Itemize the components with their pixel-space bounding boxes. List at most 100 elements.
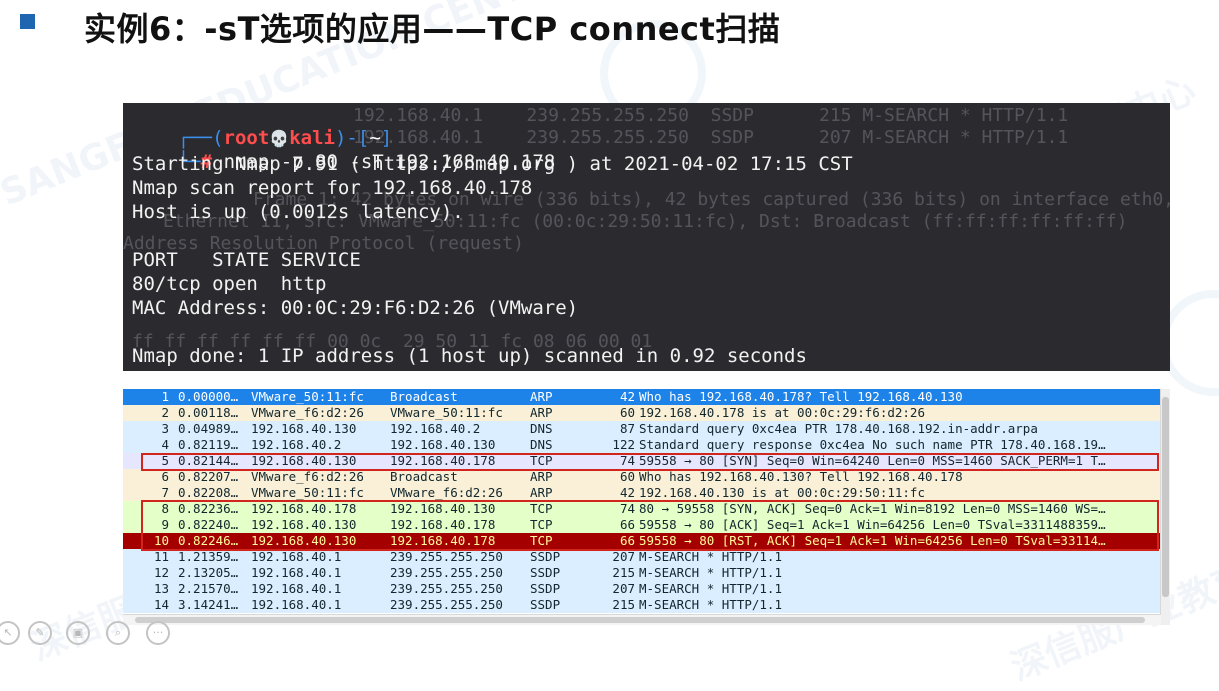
packet-dst: 239.255.255.250: [390, 565, 503, 580]
packet-no: 7: [161, 485, 169, 500]
packet-row[interactable]: 14 3.14241… 192.168.40.1 239.255.255.250 SSD…: [123, 597, 1161, 613]
packet-len: 42: [619, 389, 635, 404]
packet-len: 207: [612, 549, 635, 564]
packet-src: 192.168.40.130: [251, 421, 357, 436]
packet-time: 0.00000…: [178, 389, 239, 404]
packet-info: 192.168.40.130 is at 00:0c:29:50:11:fc: [639, 485, 925, 500]
packet-no: 6: [161, 469, 169, 484]
terminal-output-line: Nmap scan report for 192.168.40.178: [132, 177, 533, 199]
title-bullet: [20, 14, 35, 29]
terminal-output-line: MAC Address: 00:0C:29:F6:D2:26 (VMware): [132, 297, 579, 319]
horizontal-scrollbar[interactable]: [123, 614, 1161, 625]
packet-dst: 192.168.40.178: [390, 453, 496, 468]
packet-row[interactable]: 3 0.04989… 192.168.40.130 192.168.40.2 DNS 87…: [123, 421, 1161, 437]
packet-len: 60: [619, 469, 635, 484]
packet-time: 3.14241…: [178, 597, 239, 612]
packet-row[interactable]: 11 1.21359… 192.168.40.1 239.255.255.250 SSD…: [123, 549, 1161, 565]
packet-len: 66: [619, 517, 635, 532]
packet-time: 0.82246…: [178, 533, 239, 548]
packet-info: M-SEARCH * HTTP/1.1: [639, 565, 782, 580]
packet-dst: 192.168.40.130: [390, 501, 496, 516]
pointer-icon[interactable]: ↖: [0, 621, 20, 645]
packet-src: 192.168.40.130: [251, 533, 357, 548]
packet-len: 207: [612, 581, 635, 596]
packet-src: 192.168.40.178: [251, 501, 357, 516]
packet-proto: DNS: [530, 421, 553, 436]
packet-len: 87: [619, 421, 635, 436]
packet-info: M-SEARCH * HTTP/1.1: [639, 549, 782, 564]
terminal-output-line: Nmap done: 1 IP address (1 host up) scan…: [132, 345, 807, 367]
packet-time: 0.82119…: [178, 437, 239, 452]
packet-time: 0.82144…: [178, 453, 239, 468]
packet-row[interactable]: 9 0.82240… 192.168.40.130 192.168.40.178 TCP…: [123, 517, 1161, 533]
packet-info: 192.168.40.178 is at 00:0c:29:f6:d2:26: [639, 405, 925, 420]
packet-row[interactable]: 6 0.82207… VMware_f6:d2:26 Broadcast ARP 60 Wh…: [123, 469, 1161, 485]
packet-row[interactable]: 8 0.82236… 192.168.40.178 192.168.40.130 TCP…: [123, 501, 1161, 517]
packet-src: 192.168.40.130: [251, 517, 357, 532]
slide-title: 实例6：-sT选项的应用——TCP connect扫描: [84, 10, 781, 48]
packet-proto: ARP: [530, 389, 553, 404]
packet-time: 0.82208…: [178, 485, 239, 500]
packet-dst: 239.255.255.250: [390, 549, 503, 564]
packet-proto: DNS: [530, 437, 553, 452]
scrollbar-thumb[interactable]: [135, 617, 1145, 623]
packet-dst: 192.168.40.178: [390, 517, 496, 532]
packet-info: 80 → 59558 [SYN, ACK] Seq=0 Ack=1 Win=81…: [639, 501, 1106, 516]
packet-row[interactable]: 4 0.82119… 192.168.40.2 192.168.40.130 DNS 12…: [123, 437, 1161, 453]
packet-len: 215: [612, 597, 635, 612]
packet-src: VMware_f6:d2:26: [251, 469, 364, 484]
packet-no: 4: [161, 437, 169, 452]
scrollbar-thumb[interactable]: [1162, 397, 1169, 597]
packet-len: 74: [619, 501, 635, 516]
packet-row[interactable]: 7 0.82208… VMware_50:11:fc VMware_f6:d2:26 A…: [123, 485, 1161, 501]
packet-src: 192.168.40.1: [251, 597, 342, 612]
packet-dst: 192.168.40.2: [390, 421, 481, 436]
packet-dst: 239.255.255.250: [390, 597, 503, 612]
screen-icon[interactable]: ▣: [66, 621, 90, 645]
more-icon[interactable]: ···: [146, 621, 170, 645]
packet-dst: VMware_50:11:fc: [390, 405, 503, 420]
packet-proto: ARP: [530, 405, 553, 420]
packet-src: 192.168.40.2: [251, 437, 342, 452]
packet-no: 14: [153, 597, 169, 612]
packet-dst: Broadcast: [390, 469, 458, 484]
packet-time: 0.04989…: [178, 421, 239, 436]
packet-row[interactable]: 13 2.21570… 192.168.40.1 239.255.255.250 SSD…: [123, 581, 1161, 597]
packet-proto: ARP: [530, 485, 553, 500]
packet-no: 3: [161, 421, 169, 436]
terminal-output-line: PORT STATE SERVICE: [132, 249, 361, 271]
packet-time: 0.82236…: [178, 501, 239, 516]
terminal-ghost-text: 192.168.40.1 239.255.255.250 SSDP 215 M-…: [353, 105, 1069, 126]
packet-src: 192.168.40.1: [251, 565, 342, 580]
packet-info: Who has 192.168.40.178? Tell 192.168.40.…: [639, 389, 963, 404]
packet-no: 10: [153, 533, 169, 548]
packet-proto: TCP: [530, 501, 553, 516]
terminal-output-line: 80/tcp open http: [132, 273, 327, 295]
pen-icon[interactable]: ✎: [28, 621, 52, 645]
packet-src: 192.168.40.1: [251, 549, 342, 564]
packet-row[interactable]: 1 0.00000… VMware_50:11:fc Broadcast ARP 42 Wh…: [123, 389, 1161, 405]
packet-row[interactable]: 12 2.13205… 192.168.40.1 239.255.255.250 SSD…: [123, 565, 1161, 581]
packet-row[interactable]: 10 0.82246… 192.168.40.130 192.168.40.178 TC…: [123, 533, 1161, 549]
packet-time: 2.21570…: [178, 581, 239, 596]
packet-src: VMware_50:11:fc: [251, 485, 364, 500]
packet-info: 59558 → 80 [ACK] Seq=1 Ack=1 Win=64256 L…: [639, 517, 1106, 532]
packet-len: 42: [619, 485, 635, 500]
packet-src: 192.168.40.1: [251, 581, 342, 596]
zoom-icon[interactable]: ⌕: [106, 621, 130, 645]
packet-proto: ARP: [530, 469, 553, 484]
packet-proto: SSDP: [530, 549, 561, 564]
terminal-window: 192.168.40.1 239.255.255.250 SSDP 215 M-…: [123, 103, 1170, 371]
packet-time: 0.82207…: [178, 469, 239, 484]
vertical-scrollbar[interactable]: [1160, 389, 1170, 625]
packet-row[interactable]: 2 0.00118… VMware_f6:d2:26 VMware_50:11:fc A…: [123, 405, 1161, 421]
packet-dst: Broadcast: [390, 389, 458, 404]
packet-len: 122: [612, 437, 635, 452]
packet-info: 59558 → 80 [RST, ACK] Seq=1 Ack=1 Win=64…: [639, 533, 1106, 548]
wireshark-packet-list[interactable]: 1 0.00000… VMware_50:11:fc Broadcast ARP 42 Wh…: [123, 389, 1170, 625]
packet-proto: SSDP: [530, 597, 561, 612]
packet-no: 2: [161, 405, 169, 420]
packet-proto: TCP: [530, 533, 553, 548]
packet-row[interactable]: 5 0.82144… 192.168.40.130 192.168.40.178 TCP…: [123, 453, 1161, 469]
packet-len: 60: [619, 405, 635, 420]
